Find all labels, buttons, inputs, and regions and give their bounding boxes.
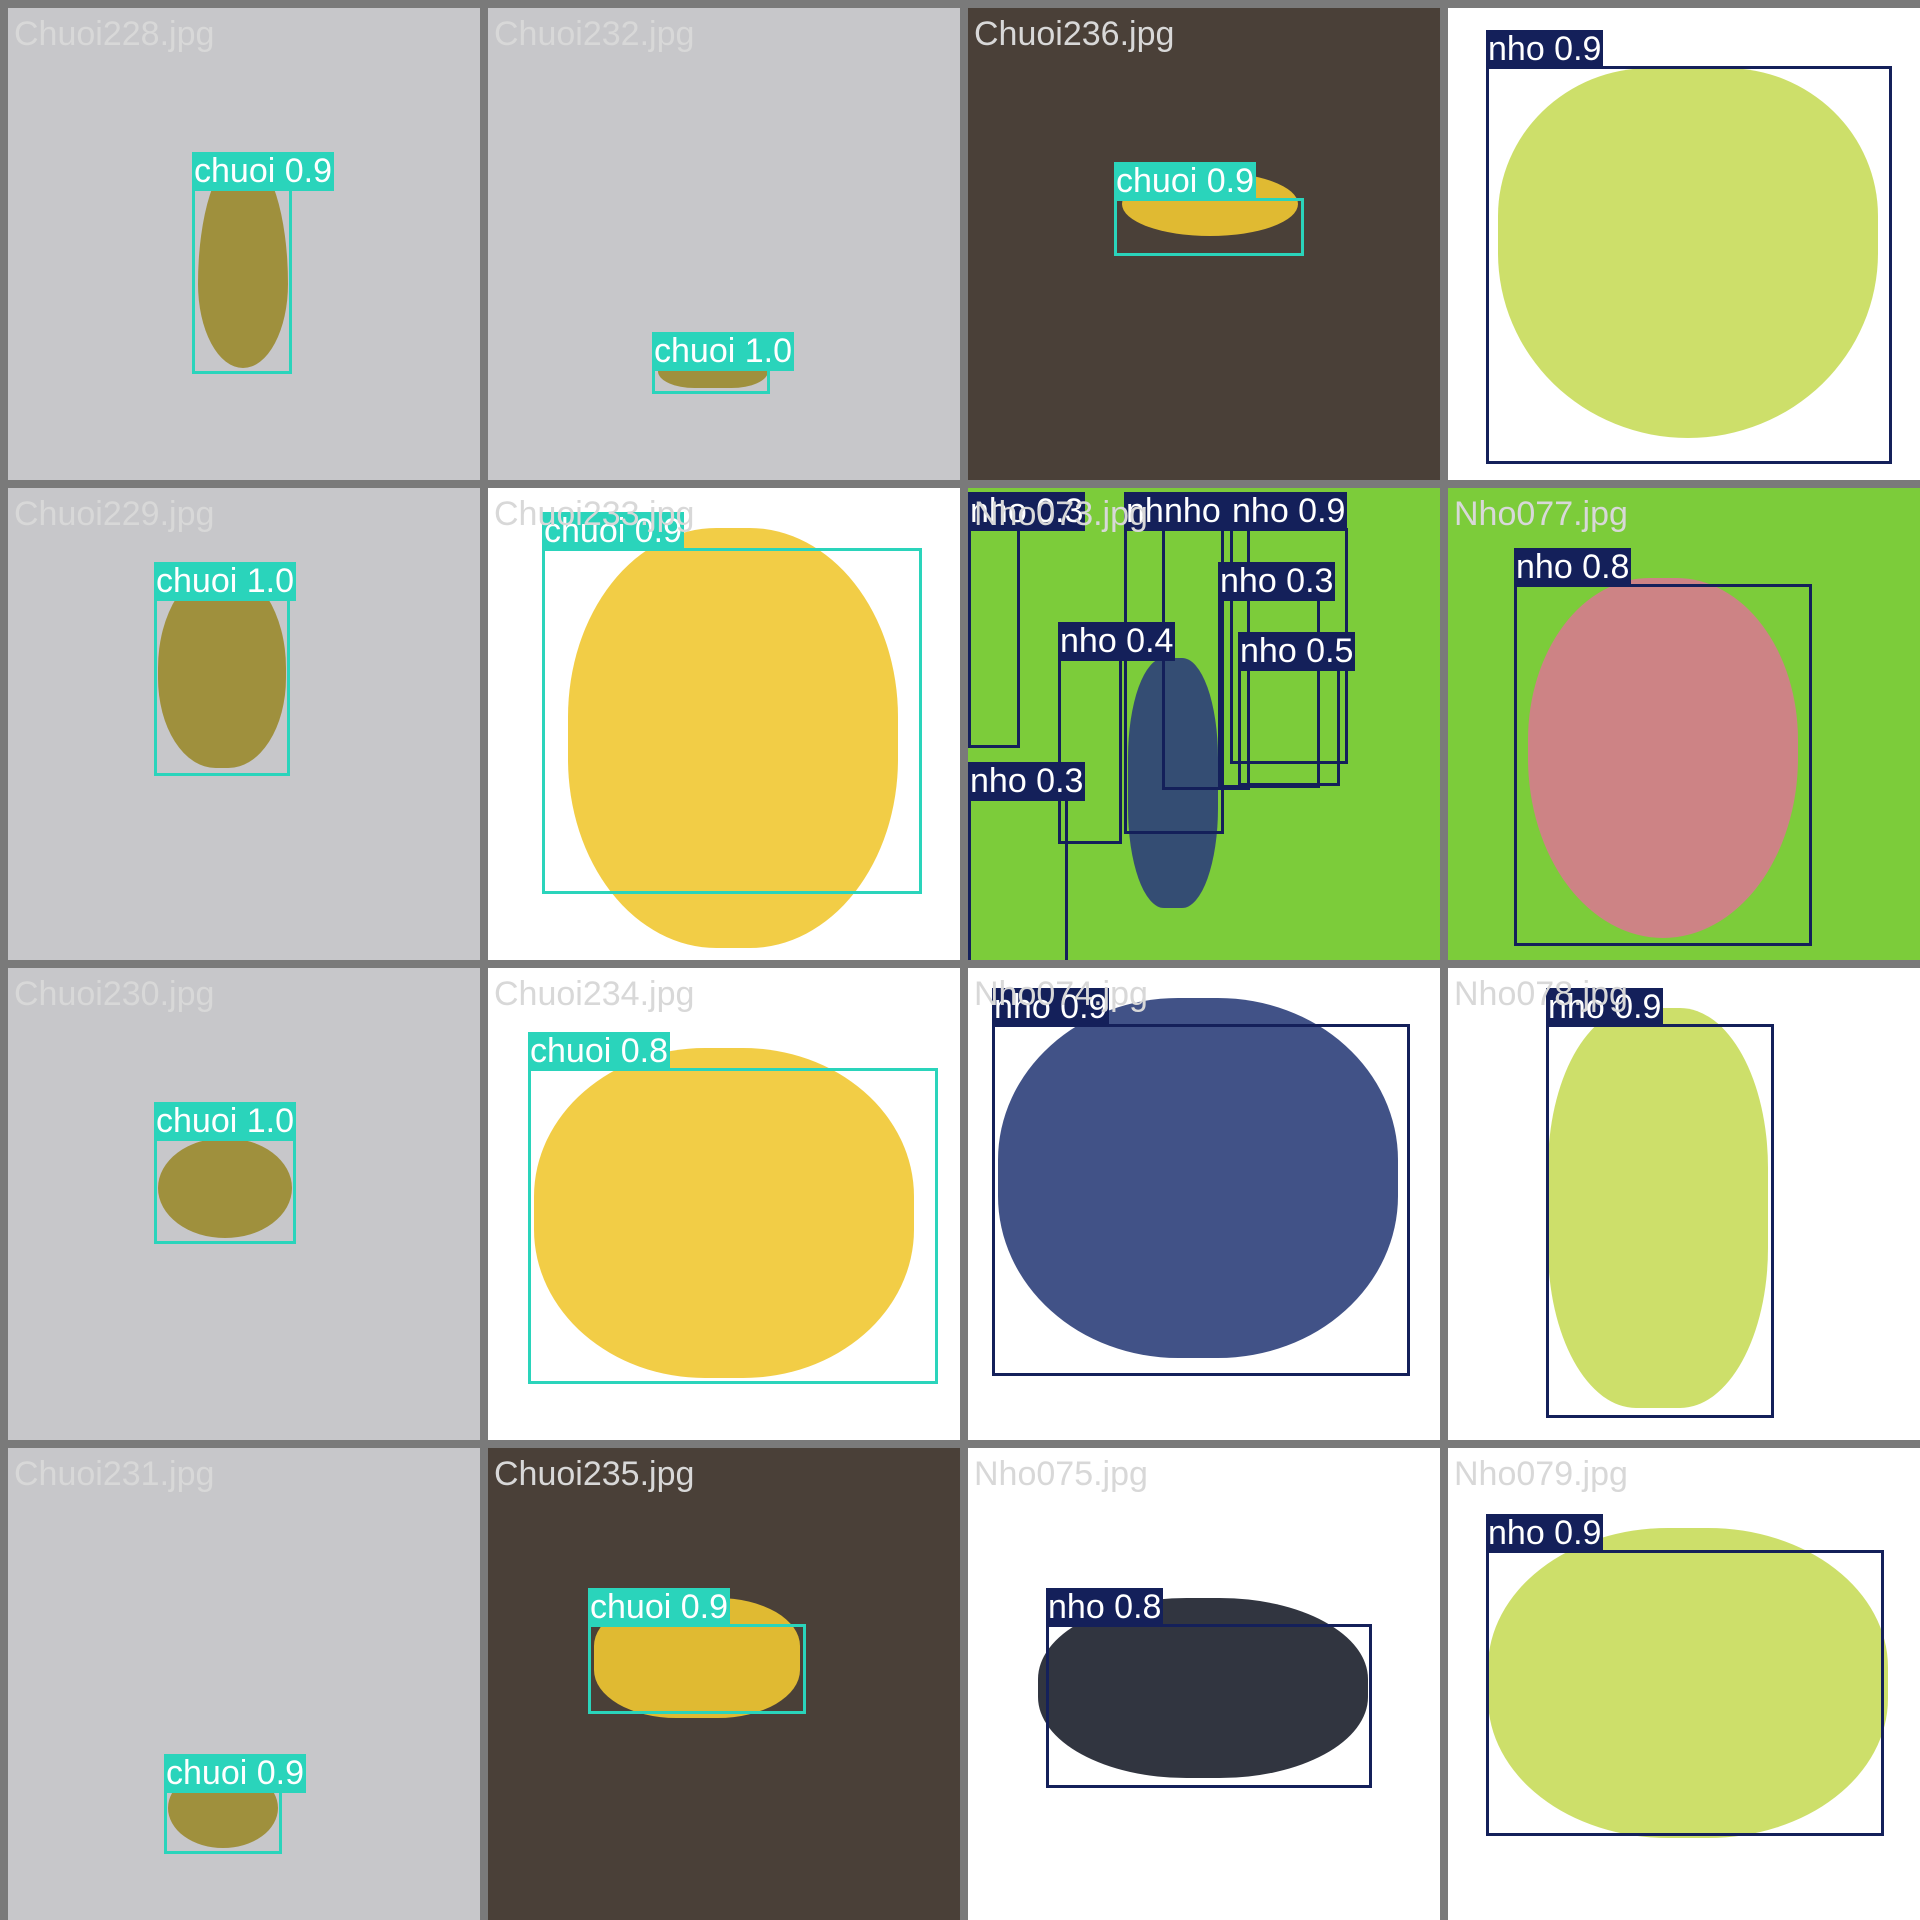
tile-filename: Chuoi231.jpg [14,1455,215,1493]
prediction-tile: Nho073.jpg nho 0.3 nho nho 0.3 nho 0.9 nho 0.… [968,488,1440,960]
tile-image: Chuoi230.jpg chuoi 1.0 [8,968,480,1440]
tile-filename: Nho074.jpg [974,975,1148,1013]
detection-box-chuoi: chuoi 1.0 [154,1102,296,1244]
tile-image: Chuoi235.jpg chuoi 0.9 [488,1448,960,1920]
tile-filename: Chuoi230.jpg [14,975,215,1013]
detection-box-nho: nho 0.9 [1486,30,1892,464]
detection-box-nho: nho 0.8 [1046,1588,1372,1788]
prediction-grid: Chuoi228.jpg chuoi 0.9 Chuoi232.jpg chuoi 1… [0,0,1920,1920]
tile-filename: Nho079.jpg [1454,1455,1628,1493]
detection-label: nho 0.8 [1514,548,1632,587]
tile-image: nho 0.9 [1448,8,1920,480]
tile-filename: Chuoi236.jpg [974,15,1175,53]
prediction-tile: Chuoi230.jpg chuoi 1.0 [8,968,480,1440]
prediction-tile: Chuoi232.jpg chuoi 1.0 [488,8,960,480]
detection-label: nho 0.3 [1218,562,1336,601]
tile-image: Nho078.jpg nho 0.9 [1448,968,1920,1440]
detection-label: chuoi 0.9 [192,152,334,191]
detection-box-nho: nho 0.9 [1546,988,1774,1418]
tile-filename: Chuoi233.jpg [494,495,695,533]
detection-box-chuoi: chuoi 0.8 [528,1032,938,1384]
prediction-tile: Chuoi234.jpg chuoi 0.8 [488,968,960,1440]
detection-label: chuoi 1.0 [652,332,794,371]
detection-box-nho: nho 0.9 [1486,1514,1884,1836]
tile-image: Nho077.jpg nho 0.8 [1448,488,1920,960]
tile-image: Chuoi233.jpg chuoi 0.9 [488,488,960,960]
tile-filename: Nho073.jpg [974,495,1148,533]
detection-box-nho: nho 0.9 [992,988,1410,1376]
tile-image: Chuoi232.jpg chuoi 1.0 [488,8,960,480]
detection-box-chuoi: chuoi 0.9 [542,512,922,894]
prediction-tile: Nho079.jpg nho 0.9 [1448,1448,1920,1920]
detection-label: nho 0.8 [1046,1588,1164,1627]
tile-filename: Chuoi234.jpg [494,975,695,1013]
detection-label: nho 0.3 [968,762,1086,801]
tile-filename: Nho077.jpg [1454,495,1628,533]
prediction-tile: Chuoi236.jpg chuoi 0.9 [968,8,1440,480]
prediction-tile: Nho078.jpg nho 0.9 [1448,968,1920,1440]
detection-box-chuoi: chuoi 0.9 [192,152,334,374]
tile-image: Chuoi234.jpg chuoi 0.8 [488,968,960,1440]
detection-box-nho: nho 0.3 [968,762,1086,960]
detection-label: nho 0.5 [1238,632,1356,671]
prediction-tile: Chuoi235.jpg chuoi 0.9 [488,1448,960,1920]
detection-box-nho: nho 0.5 [1238,632,1356,786]
tile-filename: Chuoi228.jpg [14,15,215,53]
tile-image: Nho073.jpg nho 0.3 nho nho 0.3 nho 0.9 nho 0.… [968,488,1440,960]
tile-filename: Nho078.jpg [1454,975,1628,1013]
tile-image: Nho079.jpg nho 0.9 [1448,1448,1920,1920]
prediction-tile: nho 0.9 [1448,8,1920,480]
detection-box-chuoi: chuoi 0.9 [164,1754,306,1854]
prediction-tile: Chuoi228.jpg chuoi 0.9 [8,8,480,480]
detection-box-nho: nho 0.8 [1514,548,1812,946]
detection-label: chuoi 1.0 [154,562,296,601]
tile-image: Nho075.jpg nho 0.8 [968,1448,1440,1920]
prediction-tile: Nho077.jpg nho 0.8 [1448,488,1920,960]
detection-box-chuoi: chuoi 0.9 [1114,162,1304,256]
prediction-tile: Chuoi229.jpg chuoi 1.0 [8,488,480,960]
detection-label: chuoi 0.9 [588,1588,730,1627]
tile-image: Nho074.jpg nho 0.9 [968,968,1440,1440]
tile-image: Chuoi231.jpg chuoi 0.9 [8,1448,480,1920]
detection-label: nho 0.9 [1486,30,1604,69]
prediction-tile: Nho075.jpg nho 0.8 [968,1448,1440,1920]
detection-label: chuoi 1.0 [154,1102,296,1141]
tile-filename: Chuoi229.jpg [14,495,215,533]
tile-image: Chuoi236.jpg chuoi 0.9 [968,8,1440,480]
detection-label: chuoi 0.9 [164,1754,306,1793]
detection-label: nho 0.4 [1058,622,1176,661]
prediction-tile: Chuoi231.jpg chuoi 0.9 [8,1448,480,1920]
detection-box-nho: nho 0.3 [968,492,1086,748]
detection-label: chuoi 0.8 [528,1032,670,1071]
tile-image: Chuoi228.jpg chuoi 0.9 [8,8,480,480]
detection-box-chuoi: chuoi 1.0 [652,332,794,394]
detection-box-chuoi: chuoi 1.0 [154,562,296,776]
prediction-tile: Chuoi233.jpg chuoi 0.9 [488,488,960,960]
tile-filename: Chuoi232.jpg [494,15,695,53]
tile-image: Chuoi229.jpg chuoi 1.0 [8,488,480,960]
detection-label: chuoi 0.9 [1114,162,1256,201]
prediction-tile: Nho074.jpg nho 0.9 [968,968,1440,1440]
tile-filename: Chuoi235.jpg [494,1455,695,1493]
tile-filename: Nho075.jpg [974,1455,1148,1493]
detection-label: nho 0.9 [1230,492,1348,531]
detection-box-chuoi: chuoi 0.9 [588,1588,806,1714]
detection-label: nho 0.9 [1486,1514,1604,1553]
